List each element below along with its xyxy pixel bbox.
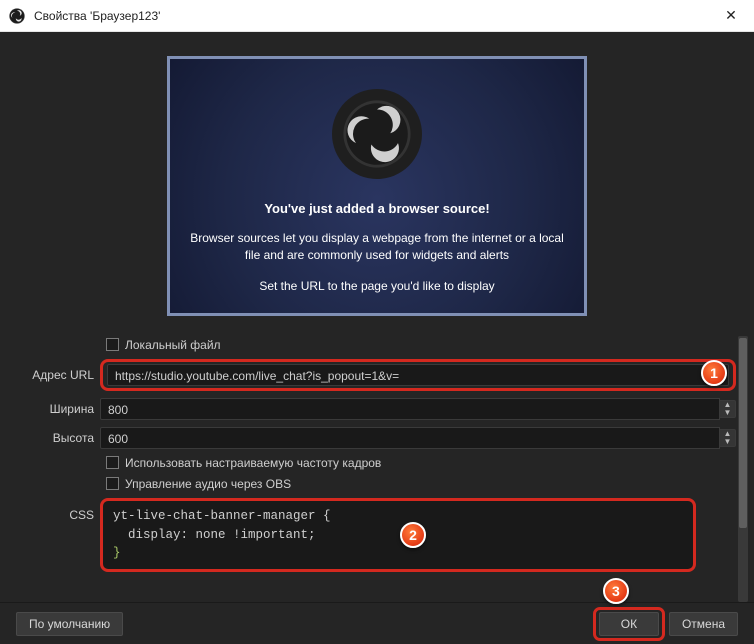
scrollbar-thumb[interactable] bbox=[739, 338, 747, 528]
annotation-badge-3: 3 bbox=[603, 578, 629, 604]
window-title: Свойства 'Браузер123' bbox=[34, 9, 160, 23]
local-file-label: Локальный файл bbox=[125, 338, 221, 352]
source-preview-area: You've just added a browser source! Brow… bbox=[0, 32, 754, 316]
title-bar: Свойства 'Браузер123' ✕ bbox=[0, 0, 754, 32]
preview-description: Browser sources let you display a webpag… bbox=[187, 230, 567, 265]
defaults-button[interactable]: По умолчанию bbox=[16, 612, 123, 636]
checkbox-icon bbox=[106, 477, 119, 490]
custom-fps-label: Использовать настраиваемую частоту кадро… bbox=[125, 456, 381, 470]
height-input[interactable]: 600 bbox=[100, 427, 720, 449]
annotation-badge-1: 1 bbox=[701, 360, 727, 386]
preview-heading: You've just added a browser source! bbox=[264, 201, 489, 216]
width-stepper[interactable]: ▲▼ bbox=[720, 400, 736, 418]
obs-logo-icon bbox=[332, 89, 422, 179]
properties-panel: Локальный файл Адрес URL https://studio.… bbox=[0, 334, 754, 602]
checkbox-icon bbox=[106, 456, 119, 469]
audio-obs-checkbox[interactable]: Управление аудио через OBS bbox=[106, 477, 736, 491]
local-file-checkbox[interactable]: Локальный файл bbox=[106, 338, 736, 352]
css-textarea[interactable]: yt-live-chat-banner-manager { display: n… bbox=[100, 498, 696, 572]
close-button[interactable]: ✕ bbox=[708, 0, 754, 32]
browser-source-preview: You've just added a browser source! Brow… bbox=[167, 56, 587, 316]
css-label: CSS bbox=[10, 498, 100, 522]
dialog-content: You've just added a browser source! Brow… bbox=[0, 32, 754, 644]
dialog-footer: По умолчанию 3 ОК Отмена bbox=[0, 602, 754, 644]
scrollbar-track[interactable] bbox=[738, 336, 748, 602]
cancel-button[interactable]: Отмена bbox=[669, 612, 738, 636]
width-label: Ширина bbox=[10, 402, 100, 416]
url-label: Адрес URL bbox=[10, 368, 100, 382]
annotation-badge-2: 2 bbox=[400, 522, 426, 548]
checkbox-icon bbox=[106, 338, 119, 351]
custom-fps-checkbox[interactable]: Использовать настраиваемую частоту кадро… bbox=[106, 456, 736, 470]
ok-button[interactable]: ОК bbox=[599, 612, 659, 636]
obs-app-icon bbox=[8, 7, 26, 25]
height-label: Высота bbox=[10, 431, 100, 445]
audio-obs-label: Управление аудио через OBS bbox=[125, 477, 291, 491]
height-stepper[interactable]: ▲▼ bbox=[720, 429, 736, 447]
width-input[interactable]: 800 bbox=[100, 398, 720, 420]
preview-instruction: Set the URL to the page you'd like to di… bbox=[259, 279, 494, 293]
url-input[interactable]: https://studio.youtube.com/live_chat?is_… bbox=[107, 364, 729, 386]
